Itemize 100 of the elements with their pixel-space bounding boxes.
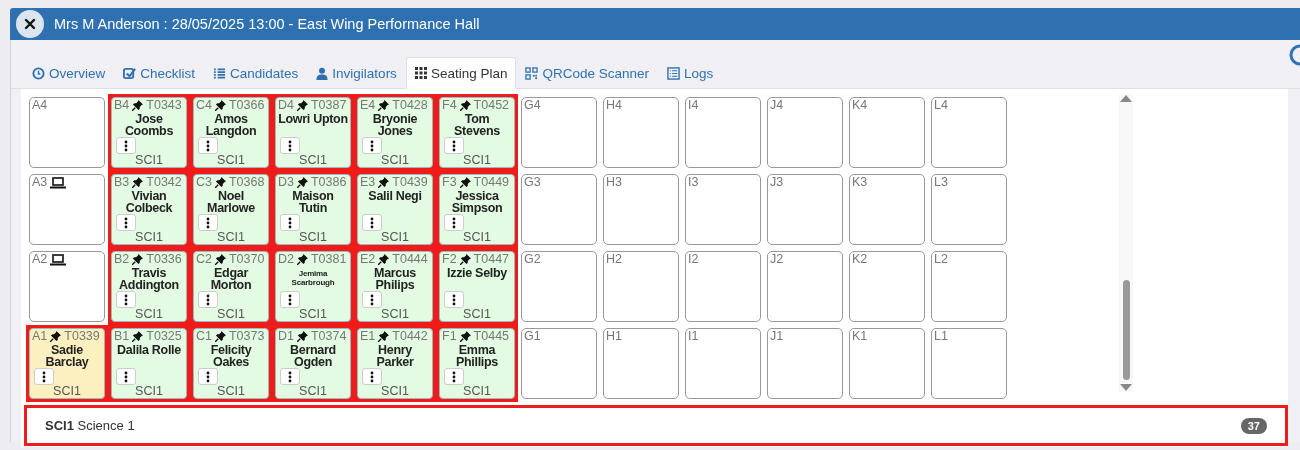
- empty-seat[interactable]: J3: [767, 174, 843, 245]
- occupied-seat[interactable]: D3 T0386 Maison Tutin SCI1: [275, 174, 351, 245]
- candidate-name: Felicity Oakes: [209, 344, 253, 368]
- empty-seat[interactable]: L1: [931, 328, 1007, 399]
- occupied-seat[interactable]: C1 T0373 Felicity Oakes SCI1: [193, 328, 269, 399]
- empty-seat[interactable]: I4: [685, 97, 761, 168]
- occupied-seat[interactable]: F3 T0449 Jessica Simpson SCI1: [439, 174, 515, 245]
- empty-seat[interactable]: G4: [521, 97, 597, 168]
- candidate-name: Salil Negi: [367, 190, 423, 202]
- occupied-seat[interactable]: D4 T0387 Lowri Upton SCI1: [275, 97, 351, 168]
- more-button[interactable]: [444, 291, 464, 308]
- empty-seat[interactable]: L2: [931, 251, 1007, 322]
- occupied-seat[interactable]: A1 T0339 Sadie Barclay SCI1: [29, 328, 105, 399]
- more-button[interactable]: [198, 368, 218, 385]
- more-button[interactable]: [116, 368, 136, 385]
- scroll-thumb[interactable]: [1122, 280, 1130, 380]
- more-button[interactable]: [444, 137, 464, 154]
- kebab-menu-icon: [370, 139, 374, 152]
- occupied-seat[interactable]: B3 T0342 Vivian Colbeck SCI1: [111, 174, 187, 245]
- more-button[interactable]: [280, 214, 300, 231]
- occupied-seat[interactable]: D1 T0374 Bernard Ogden SCI1: [275, 328, 351, 399]
- tab[interactable]: Invigilators: [307, 57, 406, 89]
- tab[interactable]: Checklist: [114, 57, 205, 89]
- empty-seat[interactable]: I3: [685, 174, 761, 245]
- occupied-seat[interactable]: B4 T0343 Jose Coombs SCI1: [111, 97, 187, 168]
- close-button[interactable]: [16, 10, 44, 38]
- more-button[interactable]: [116, 214, 136, 231]
- subject-code: SCI1: [134, 230, 164, 244]
- occupied-seat[interactable]: F2 T0447 Izzie Selby SCI1: [439, 251, 515, 322]
- occupied-seat[interactable]: C4 T0366 Amos Langdon SCI1: [193, 97, 269, 168]
- empty-seat[interactable]: I1: [685, 328, 761, 399]
- candidate-number: T0444: [392, 252, 428, 267]
- seat-label: L3: [934, 175, 948, 190]
- more-button[interactable]: [116, 291, 136, 308]
- candidate-number: T0373: [229, 329, 265, 344]
- subject-code: SCI1: [298, 153, 328, 167]
- more-button[interactable]: [198, 291, 218, 308]
- occupied-seat[interactable]: B1 T0325 Dalila Rolle SCI1: [111, 328, 187, 399]
- scroll-up-icon[interactable]: [1120, 94, 1132, 102]
- subject-code: SCI1: [216, 384, 246, 398]
- more-button[interactable]: [362, 137, 382, 154]
- more-button[interactable]: [198, 137, 218, 154]
- empty-seat[interactable]: G3: [521, 174, 597, 245]
- seat-label: D3: [278, 175, 294, 190]
- empty-seat[interactable]: H4: [603, 97, 679, 168]
- kebab-menu-icon: [288, 293, 292, 306]
- occupied-seat[interactable]: B2 T0336 Travis Addington SCI1: [111, 251, 187, 322]
- empty-seat[interactable]: J1: [767, 328, 843, 399]
- empty-seat[interactable]: J2: [767, 251, 843, 322]
- more-button[interactable]: [116, 137, 136, 154]
- more-button[interactable]: [362, 368, 382, 385]
- scrollbar[interactable]: [1119, 94, 1133, 392]
- occupied-seat[interactable]: F4 T0452 Tom Stevens SCI1: [439, 97, 515, 168]
- empty-seat[interactable]: L4: [931, 97, 1007, 168]
- more-button[interactable]: [444, 368, 464, 385]
- more-button[interactable]: [444, 214, 464, 231]
- empty-seat[interactable]: G2: [521, 251, 597, 322]
- occupied-seat[interactable]: E2 T0444 Marcus Philips SCI1: [357, 251, 433, 322]
- seat-label: E3: [360, 175, 376, 190]
- candidate-name: Jemima Scarbrough: [290, 269, 336, 287]
- empty-seat[interactable]: H2: [603, 251, 679, 322]
- occupied-seat[interactable]: E1 T0442 Henry Parker SCI1: [357, 328, 433, 399]
- empty-seat[interactable]: I2: [685, 251, 761, 322]
- tab[interactable]: Candidates: [204, 57, 308, 89]
- occupied-seat[interactable]: C3 T0368 Noel Marlowe SCI1: [193, 174, 269, 245]
- more-button[interactable]: [362, 291, 382, 308]
- more-button[interactable]: [280, 291, 300, 308]
- list-icon: [213, 66, 227, 80]
- tab[interactable]: Overview: [23, 57, 115, 89]
- seat-label: L1: [934, 329, 948, 344]
- empty-seat[interactable]: A4: [29, 97, 105, 168]
- empty-seat[interactable]: K4: [849, 97, 925, 168]
- empty-seat[interactable]: L3: [931, 174, 1007, 245]
- occupied-seat[interactable]: E4 T0428 Bryonie Jones SCI1: [357, 97, 433, 168]
- more-button[interactable]: [362, 214, 382, 231]
- scroll-down-icon[interactable]: [1120, 384, 1132, 392]
- empty-seat[interactable]: K2: [849, 251, 925, 322]
- kebab-menu-icon: [42, 370, 46, 383]
- tab[interactable]: Logs: [658, 57, 723, 89]
- empty-seat[interactable]: K1: [849, 328, 925, 399]
- empty-seat[interactable]: H1: [603, 328, 679, 399]
- empty-seat[interactable]: H3: [603, 174, 679, 245]
- subject-group[interactable]: SCI1 Science 1 37: [24, 405, 1288, 446]
- seat-label: D4: [278, 98, 294, 113]
- more-button[interactable]: [280, 368, 300, 385]
- empty-seat[interactable]: A2: [29, 251, 105, 322]
- more-button[interactable]: [280, 137, 300, 154]
- tab[interactable]: Seating Plan: [405, 57, 517, 89]
- empty-seat[interactable]: J4: [767, 97, 843, 168]
- occupied-seat[interactable]: F1 T0445 Emma Phillips SCI1: [439, 328, 515, 399]
- more-button[interactable]: [34, 368, 54, 385]
- occupied-seat[interactable]: D2 T0381 Jemima Scarbrough SCI1: [275, 251, 351, 322]
- occupied-seat[interactable]: E3 T0439 Salil Negi SCI1: [357, 174, 433, 245]
- empty-seat[interactable]: K3: [849, 174, 925, 245]
- candidate-number: T0343: [146, 98, 182, 113]
- tab[interactable]: QRCode Scanner: [516, 57, 658, 89]
- occupied-seat[interactable]: C2 T0370 Edgar Morton SCI1: [193, 251, 269, 322]
- more-button[interactable]: [198, 214, 218, 231]
- empty-seat[interactable]: G1: [521, 328, 597, 399]
- empty-seat[interactable]: A3: [29, 174, 105, 245]
